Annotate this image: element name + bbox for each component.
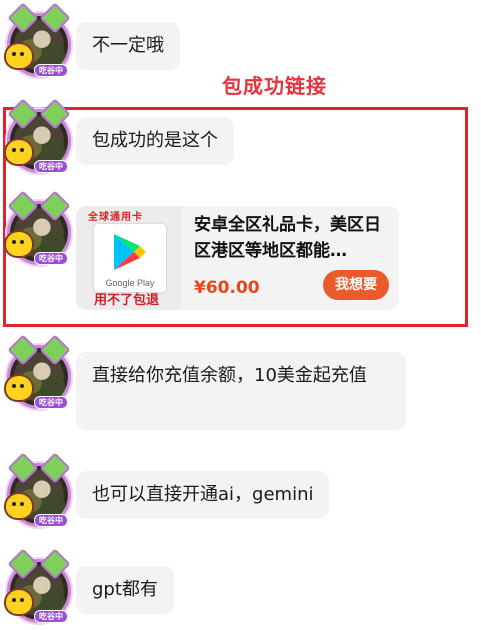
contact-avatar[interactable]: 吃谷中 [4,190,71,265]
chick-sticker-icon [4,230,34,258]
cat-ear-icon [7,452,39,484]
contact-avatar[interactable]: 吃谷中 [4,452,71,527]
thumb-bottom-label: 用不了包退 [94,293,160,308]
product-price: ¥60.00 [194,278,260,298]
chick-sticker-icon [4,588,34,616]
contact-avatar[interactable]: 吃谷中 [4,334,71,409]
chick-sticker-icon [4,42,34,70]
contact-avatar[interactable]: 吃谷中 [4,2,71,77]
cat-ear-icon [39,452,71,484]
message-bubble[interactable]: 直接给你充值余额，10美金起充值 [76,352,406,430]
chick-sticker-icon [4,138,34,166]
message-bubble[interactable]: gpt都有 [76,566,174,614]
avatar-badge: 吃谷中 [34,160,68,173]
chick-sticker-icon [4,492,34,520]
cat-ear-icon [7,334,39,366]
cat-ear-icon [7,2,39,34]
chick-sticker-icon [4,374,34,402]
google-play-icon [114,234,146,270]
contact-avatar[interactable]: 吃谷中 [4,548,71,623]
avatar-badge: 吃谷中 [34,396,68,409]
annotation-label: 包成功链接 [222,74,327,98]
cat-ear-icon [39,334,71,366]
cat-ear-icon [7,548,39,580]
product-title: 安卓全区礼品卡，美区日区港区等地区都能… [194,215,381,261]
cat-ear-icon [39,2,71,34]
cat-ear-icon [39,548,71,580]
message-bubble[interactable]: 包成功的是这个 [76,117,234,165]
thumb-top-label: 全球通用卡 [88,212,143,223]
avatar-badge: 吃谷中 [34,514,68,527]
avatar-badge: 吃谷中 [34,610,68,623]
contact-avatar[interactable]: 吃谷中 [4,98,71,173]
message-bubble[interactable]: 也可以直接开通ai，gemini [76,471,330,519]
product-thumbnail: 全球通用卡 Google Play 用不了包退 [76,206,181,310]
google-play-logo-text: Google Play [105,278,155,288]
avatar-badge: 吃谷中 [34,64,68,77]
product-card[interactable]: 全球通用卡 Google Play 用不了包退 安卓全区礼品卡，美区日区港区等地… [76,206,399,310]
want-button[interactable]: 我想要 [323,270,389,300]
avatar-badge: 吃谷中 [34,252,68,265]
message-bubble[interactable]: 不一定哦 [76,22,180,70]
google-play-card: Google Play [94,224,166,292]
